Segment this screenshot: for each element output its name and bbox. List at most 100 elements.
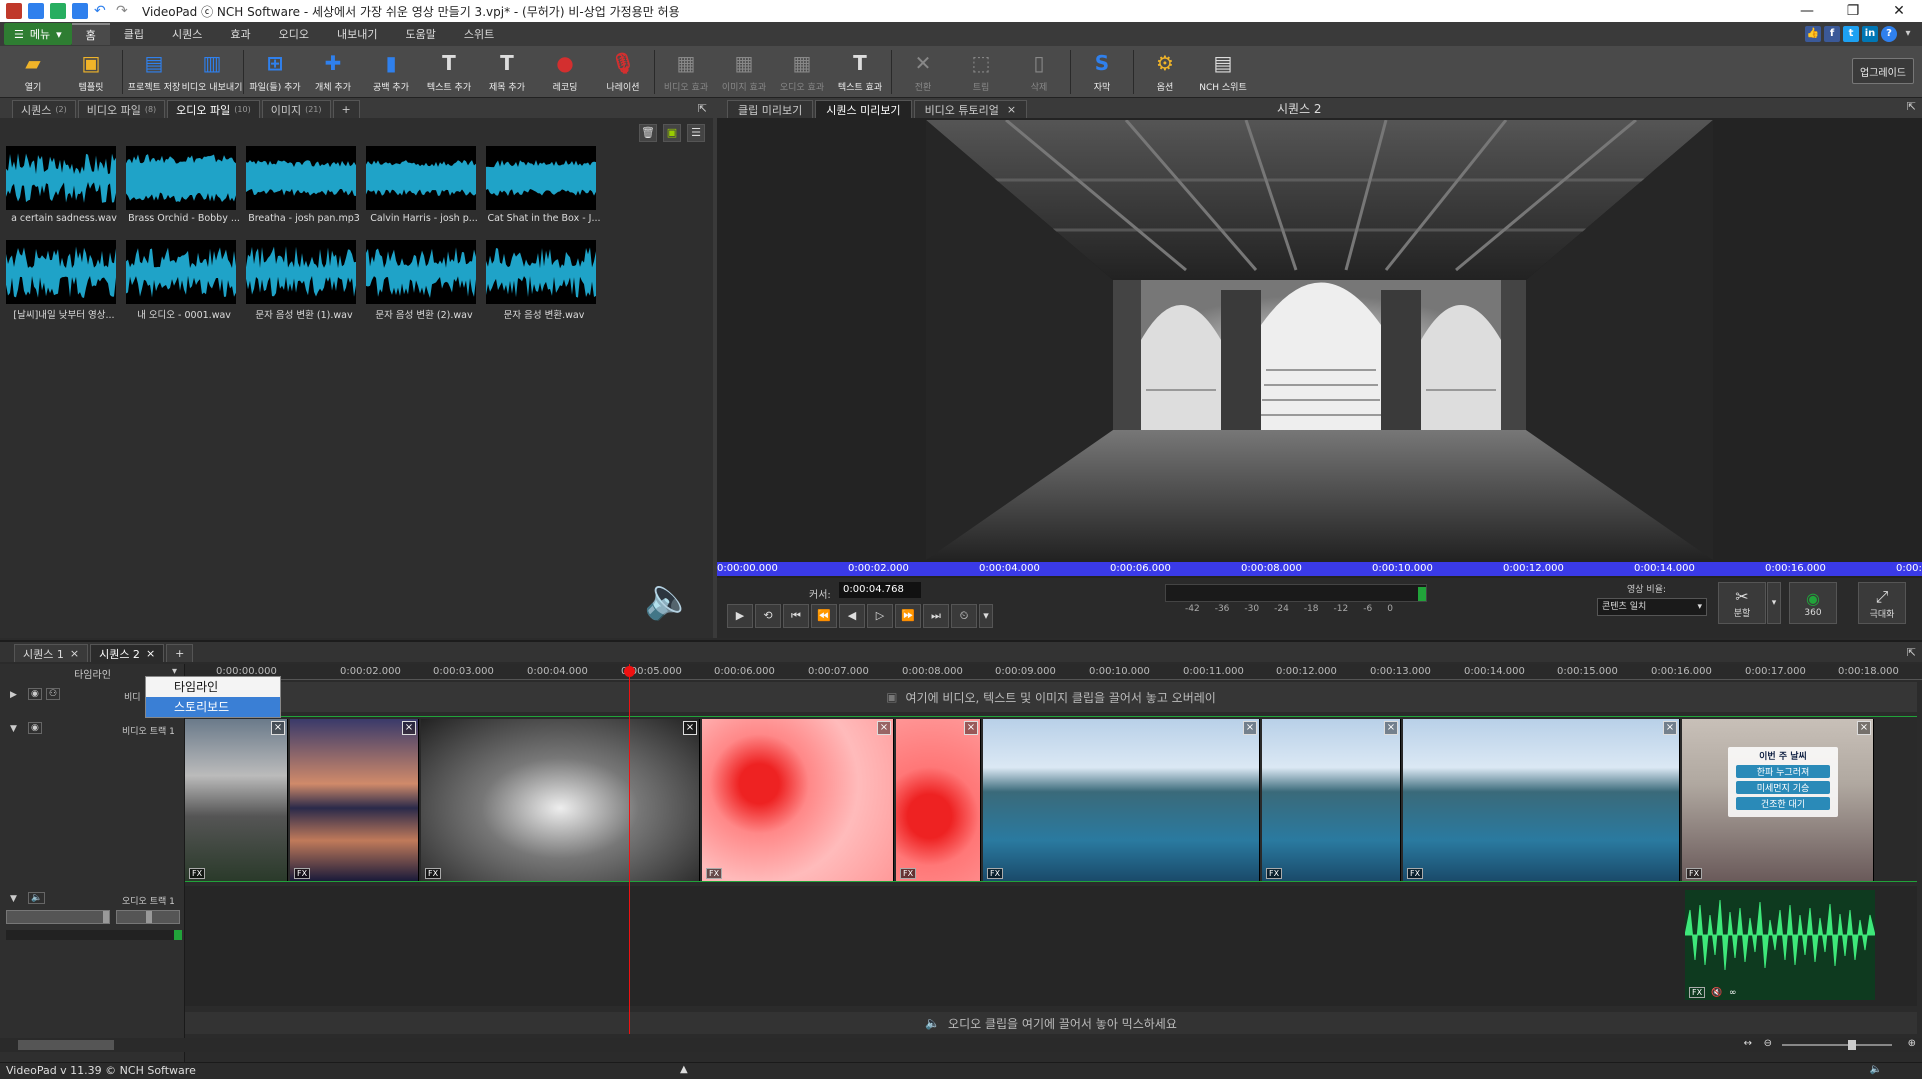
pin-icon[interactable]: ⇱ [1907, 646, 1916, 659]
collapse-icon[interactable]: ▼ [10, 894, 17, 904]
toolbar-button-record[interactable]: ● 레코딩 [536, 46, 594, 96]
toolbar-button-add-blank[interactable]: ▮ 공백 추가 [362, 46, 420, 96]
tab-export[interactable]: 내보내기 [323, 23, 391, 45]
minimize-button[interactable]: — [1784, 3, 1830, 19]
close-icon[interactable]: × [146, 647, 155, 660]
collapse-icon[interactable]: ▼ [10, 724, 17, 734]
clip-close-icon[interactable]: × [1243, 721, 1257, 735]
close-icon[interactable]: × [70, 647, 79, 660]
video-preview-frame[interactable] [926, 120, 1713, 560]
toolbar-button-options[interactable]: ⚙ 옵션 [1136, 46, 1194, 96]
zoom-out-icon[interactable]: ⊖ [1764, 1038, 1772, 1049]
toolbar-button-text-fx[interactable]: T 텍스트 효과 [831, 46, 889, 96]
toolbar-button-add-title[interactable]: T 제목 추가 [478, 46, 536, 96]
media-item[interactable]: 내 오디오 - 0001.wav [126, 240, 238, 321]
bin-tab-audio-files[interactable]: 오디오 파일 (10) [167, 100, 260, 118]
save-icon[interactable] [72, 3, 88, 19]
clip-close-icon[interactable]: × [964, 721, 978, 735]
step-forward-button[interactable]: ▷ [867, 604, 893, 628]
tab-effects[interactable]: 효과 [216, 23, 264, 45]
go-start-button[interactable]: ⏮ [783, 604, 809, 628]
restore-button[interactable]: ❐ [1830, 3, 1876, 19]
pin-icon[interactable]: ⇱ [1907, 100, 1916, 113]
aspect-ratio-select[interactable]: 콘텐츠 일치 ▾ [1597, 598, 1707, 616]
volume-thumb[interactable] [103, 911, 109, 923]
tab-sequence-1[interactable]: 시퀀스 1 × [14, 644, 89, 662]
media-item[interactable]: a certain sadness.wav [6, 146, 118, 224]
toolbar-button-export-video[interactable]: ▥ 비디오 내보내기 [182, 46, 243, 96]
media-item[interactable]: 문자 음성 변환 (1).wav [246, 240, 358, 321]
clip-close-icon[interactable]: × [1857, 721, 1871, 735]
eye-icon[interactable]: ◉ [28, 722, 42, 734]
like-icon[interactable]: 👍 [1805, 26, 1821, 42]
chevron-down-icon[interactable]: ▾ [1900, 26, 1916, 42]
add-sequence-button[interactable]: + [166, 644, 194, 662]
tab-help[interactable]: 도움말 [392, 23, 450, 45]
tab-sequence-2[interactable]: 시퀀스 2 × [90, 644, 165, 662]
toolbar-button-trim[interactable]: ⬚ 트림 [952, 46, 1010, 96]
chevron-down-icon[interactable]: ▾ [979, 604, 993, 628]
preview-ruler[interactable]: 0:00:00.000 0:00:02.000 0:00:04.000 0:00:06… [717, 562, 1922, 576]
split-button[interactable]: ✂ 분할 [1718, 582, 1766, 624]
toolbar-button-nch-suite[interactable]: ▤ NCH 스위트 [1194, 46, 1252, 96]
tab-sequence-preview[interactable]: 시퀀스 미리보기 [815, 100, 912, 118]
eye-icon[interactable]: ◉ [28, 688, 42, 700]
toolbar-button-add-files[interactable]: ⊞ 파일(들) 추가 [246, 46, 304, 96]
toolbar-button-image-fx[interactable]: ▦ 이미지 효과 [715, 46, 773, 96]
playhead-line[interactable] [629, 664, 630, 1034]
audio-mix-track[interactable]: 🔈 오디오 클립을 여기에 끌어서 놓아 믹스하세요 [185, 1012, 1917, 1034]
clip-close-icon[interactable]: × [683, 721, 697, 735]
zoom-in-icon[interactable]: ⊕ [1908, 1038, 1916, 1049]
clip-fx-button[interactable]: FX [294, 868, 311, 879]
close-button[interactable]: ✕ [1876, 3, 1922, 19]
audio-clip[interactable]: FX 🔇 ∞ [1685, 890, 1875, 1000]
toolbar-button-save[interactable]: ▤ 프로젝트 저장 [125, 46, 183, 96]
toolbar-button-delete[interactable]: ▯ 삭제 [1010, 46, 1068, 96]
go-end-button[interactable]: ⏭ [923, 604, 949, 628]
fullscreen-button[interactable]: ⤢ 극대화 [1858, 582, 1906, 624]
video-clip[interactable]: × FX [1262, 719, 1401, 881]
media-item[interactable]: 문자 음성 변환 (2).wav [366, 240, 478, 321]
open-project-icon[interactable] [50, 3, 66, 19]
clip-close-icon[interactable]: × [877, 721, 891, 735]
expand-up-icon[interactable]: ▲ [680, 1064, 688, 1075]
cursor-time-field[interactable]: 0:00:04.768 [839, 582, 921, 598]
new-project-icon[interactable] [28, 3, 44, 19]
zoom-fit-icon[interactable]: ↔ [1744, 1038, 1752, 1049]
clip-fx-button[interactable]: FX [987, 868, 1004, 879]
trash-icon[interactable]: 🗑 [639, 124, 657, 142]
tab-video-tutorial[interactable]: 비디오 튜토리얼 × [913, 100, 1028, 118]
facebook-icon[interactable]: f [1824, 26, 1840, 42]
clip-fx-button[interactable]: FX [900, 868, 917, 879]
loop-icon[interactable]: ∞ [1729, 988, 1737, 998]
media-item[interactable]: 문자 음성 변환.wav [486, 240, 598, 321]
volume-icon[interactable]: 🔈 [1870, 1064, 1882, 1075]
media-item[interactable]: [날씨]내일 낮부터 영상... [6, 240, 118, 321]
video-clip[interactable]: × FX [702, 719, 894, 881]
dropdown-item-storyboard[interactable]: 스토리보드 [146, 697, 280, 717]
play-button[interactable]: ▶ [727, 604, 753, 628]
tab-clip-preview[interactable]: 클립 미리보기 [727, 100, 814, 118]
media-item[interactable]: Cat Shat in the Box - J... [486, 146, 601, 224]
clip-fx-button[interactable]: FX [425, 868, 442, 879]
speed-button[interactable]: ⏲ [951, 604, 977, 628]
vr-360-button[interactable]: ◉ 360 [1789, 582, 1837, 624]
toolbar-button-video-fx[interactable]: ▦ 비디오 효과 [657, 46, 715, 96]
media-item[interactable]: Breatha - josh pan.mp3 [246, 146, 360, 224]
upgrade-button[interactable]: 업그레이드 [1852, 58, 1914, 84]
audio-track[interactable]: FX 🔇 ∞ [185, 886, 1917, 1006]
clip-fx-button[interactable]: FX [1266, 868, 1283, 879]
toolbar-button-audio-fx[interactable]: ▦ 오디오 효과 [773, 46, 831, 96]
media-item[interactable]: Calvin Harris - josh p... [366, 146, 478, 224]
redo-icon[interactable]: ↷ [116, 3, 132, 19]
scrollbar-thumb[interactable] [18, 1040, 114, 1050]
volume-slider[interactable] [6, 910, 110, 924]
timeline-ruler[interactable]: 0:00:00.000 0:00:02.000 0:00:03.000 0:00:04… [185, 664, 1922, 680]
clip-fx-button[interactable]: FX [189, 868, 206, 879]
expand-icon[interactable]: ▶ [10, 690, 17, 700]
toolbar-button-folder-open[interactable]: ▰ 열기 [4, 46, 62, 96]
pan-thumb[interactable] [146, 911, 152, 923]
toolbar-button-add-text[interactable]: T 텍스트 추가 [420, 46, 478, 96]
pin-icon[interactable]: ⇱ [698, 102, 707, 115]
clip-close-icon[interactable]: × [1663, 721, 1677, 735]
